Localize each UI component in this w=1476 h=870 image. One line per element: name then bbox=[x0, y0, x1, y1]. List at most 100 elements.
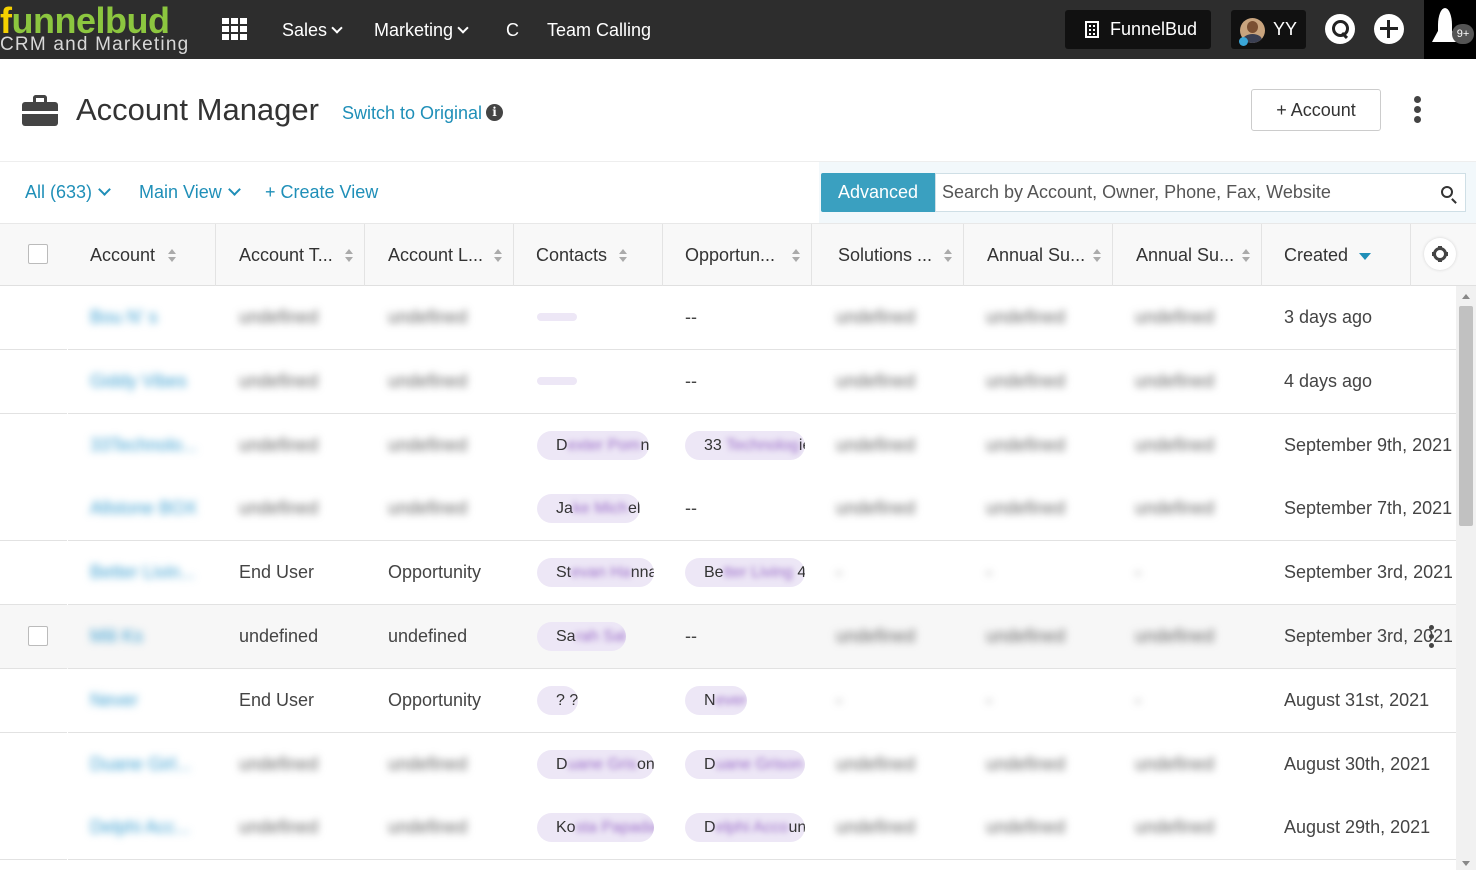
account-name-link[interactable]: Bou N' s bbox=[90, 286, 210, 349]
opportunity-chip[interactable]: Never bbox=[685, 686, 747, 715]
sort-icon[interactable] bbox=[619, 249, 628, 263]
account-name-link[interactable]: Duane Girl... bbox=[90, 733, 210, 796]
table-row[interactable]: 33Technolo... undefined undefined Dexter Po… bbox=[0, 414, 1456, 478]
annual-1-cell: undefined bbox=[986, 817, 1066, 837]
table-row[interactable]: Never End User Opportunity ? ? Never - - - Augus… bbox=[0, 669, 1456, 733]
create-view-link[interactable]: + Create View bbox=[265, 181, 378, 203]
nav-c[interactable]: C bbox=[506, 17, 519, 43]
search-icon[interactable] bbox=[1441, 186, 1453, 198]
row-actions-icon[interactable] bbox=[1428, 625, 1436, 649]
account-type-cell: undefined bbox=[239, 754, 319, 774]
briefcase-icon bbox=[22, 95, 58, 126]
column-header-solutions[interactable]: Solutions ... bbox=[812, 224, 964, 286]
sort-icon[interactable] bbox=[792, 249, 801, 263]
account-name-link[interactable]: 33Technolo... bbox=[90, 414, 210, 477]
user-menu-button[interactable]: YY bbox=[1231, 10, 1306, 49]
created-date-cell: August 29th, 2021 bbox=[1284, 817, 1431, 837]
row-checkbox[interactable] bbox=[28, 626, 48, 646]
switch-to-original-link[interactable]: Switch to Original bbox=[342, 102, 482, 124]
nav-marketing[interactable]: Marketing bbox=[374, 17, 469, 43]
advanced-search-button[interactable]: Advanced bbox=[821, 173, 935, 212]
info-icon[interactable]: i bbox=[486, 104, 503, 121]
solutions-cell: - bbox=[836, 562, 842, 582]
vertical-scrollbar[interactable] bbox=[1456, 286, 1476, 870]
sort-icon[interactable] bbox=[168, 249, 177, 263]
account-name-link[interactable]: Better Livin... bbox=[90, 541, 210, 604]
sort-descending-icon[interactable] bbox=[1359, 253, 1371, 260]
column-header-annual-1[interactable]: Annual Su... bbox=[964, 224, 1113, 286]
account-name-link[interactable]: Mili Ks bbox=[90, 605, 210, 668]
search-field bbox=[935, 173, 1466, 212]
contact-chip[interactable] bbox=[537, 313, 577, 321]
account-name-link[interactable]: Allstone BOX bbox=[90, 477, 210, 540]
account-type-cell: undefined bbox=[239, 817, 319, 837]
table-row[interactable]: Allstone BOX undefined undefined Jake Miche… bbox=[0, 477, 1456, 541]
notification-count-badge: 9+ bbox=[1452, 24, 1474, 44]
opportunity-chip[interactable]: Delphi Account bbox=[685, 813, 805, 842]
contact-chip[interactable]: Jake Michel bbox=[537, 494, 641, 523]
table-row[interactable]: Better Livin... End User Opportunity Stevan… bbox=[0, 541, 1456, 605]
scroll-up-icon[interactable] bbox=[1462, 294, 1470, 299]
opportunity-cell: -- bbox=[685, 371, 697, 391]
table-row[interactable]: Giddy Vibes undefined undefined -- undefined… bbox=[0, 350, 1456, 414]
updates-button[interactable]: 9+ bbox=[1424, 0, 1476, 59]
organization-button[interactable]: FunnelBud bbox=[1065, 10, 1211, 49]
contact-chip[interactable] bbox=[537, 377, 577, 385]
sort-icon[interactable] bbox=[494, 249, 503, 263]
more-options-icon[interactable] bbox=[1413, 96, 1423, 124]
contact-chip[interactable]: Stevan Hanna bbox=[537, 558, 654, 587]
table-row[interactable]: Duane Girl... undefined undefined Duane Gri… bbox=[0, 733, 1456, 797]
column-header-account[interactable]: Account bbox=[67, 224, 216, 286]
column-header-contacts[interactable]: Contacts bbox=[514, 224, 663, 286]
scrollbar-thumb[interactable] bbox=[1459, 306, 1473, 526]
funnelbud-logo[interactable]: funnelbud CRM and Marketing bbox=[0, 2, 210, 58]
main-view-dropdown[interactable]: Main View bbox=[139, 181, 241, 203]
column-header-account-level[interactable]: Account L... bbox=[365, 224, 514, 286]
column-settings-gear-icon[interactable] bbox=[1424, 238, 1456, 270]
sort-icon[interactable] bbox=[345, 249, 354, 263]
contact-chip[interactable]: Dexter Pomn bbox=[537, 431, 650, 460]
account-name-link[interactable]: Never bbox=[90, 669, 210, 732]
created-date-cell: 3 days ago bbox=[1284, 307, 1373, 327]
sort-icon[interactable] bbox=[1242, 249, 1251, 263]
column-header-account-type[interactable]: Account T... bbox=[216, 224, 365, 286]
annual-2-cell: undefined bbox=[1135, 435, 1215, 455]
sort-icon[interactable] bbox=[1093, 249, 1102, 263]
column-header-created[interactable]: Created bbox=[1262, 224, 1411, 286]
contact-chip[interactable]: ? ? bbox=[537, 686, 579, 715]
created-date-cell: August 30th, 2021 bbox=[1284, 754, 1431, 774]
app-grid-icon[interactable] bbox=[222, 18, 247, 41]
select-all-cell bbox=[0, 224, 67, 286]
select-all-checkbox[interactable] bbox=[28, 244, 48, 264]
annual-2-cell: undefined bbox=[1135, 307, 1215, 327]
annual-1-cell: undefined bbox=[986, 754, 1066, 774]
contact-chip[interactable]: Duane Grison bbox=[537, 750, 654, 779]
opportunity-chip[interactable]: Better Living 4 bbox=[685, 558, 805, 587]
scroll-down-icon[interactable] bbox=[1462, 861, 1470, 866]
account-level-cell: undefined bbox=[388, 817, 468, 837]
account-name-link[interactable]: Delphi Acc... bbox=[90, 796, 210, 859]
table-row[interactable]: Mili Ks undefined undefined Sarah Sal -- unde… bbox=[0, 605, 1456, 669]
logo-tagline: CRM and Marketing bbox=[0, 34, 190, 55]
sort-icon[interactable] bbox=[944, 249, 953, 263]
nav-sales[interactable]: Sales bbox=[282, 17, 343, 43]
account-name-link[interactable]: Giddy Vibes bbox=[90, 350, 210, 413]
column-header-opportunities[interactable]: Opportun... bbox=[663, 224, 812, 286]
add-icon[interactable] bbox=[1374, 14, 1404, 44]
opportunity-chip[interactable]: Duane Grison - bbox=[685, 750, 805, 779]
table-row[interactable]: Bou N' s undefined undefined -- undefined und… bbox=[0, 286, 1456, 350]
solutions-cell: - bbox=[836, 690, 842, 710]
search-input[interactable] bbox=[942, 182, 1422, 203]
all-filter-dropdown[interactable]: All (633) bbox=[25, 181, 111, 203]
contact-chip[interactable]: Sarah Sal bbox=[537, 622, 627, 651]
table-row[interactable]: Delphi Acc... undefined undefined Kosta Pap… bbox=[0, 796, 1456, 860]
contact-chip[interactable]: Kosta Papadamntzis bbox=[537, 813, 654, 842]
opportunity-cell: -- bbox=[685, 307, 697, 327]
solutions-cell: undefined bbox=[836, 371, 916, 391]
account-type-cell: End User bbox=[239, 562, 315, 582]
add-account-button[interactable]: + Account bbox=[1251, 89, 1381, 131]
column-header-annual-2[interactable]: Annual Su... bbox=[1113, 224, 1262, 286]
opportunity-chip[interactable]: 33 Technologies bbox=[685, 431, 805, 460]
nav-team-calling[interactable]: Team Calling bbox=[547, 17, 651, 43]
search-icon[interactable] bbox=[1325, 14, 1355, 44]
